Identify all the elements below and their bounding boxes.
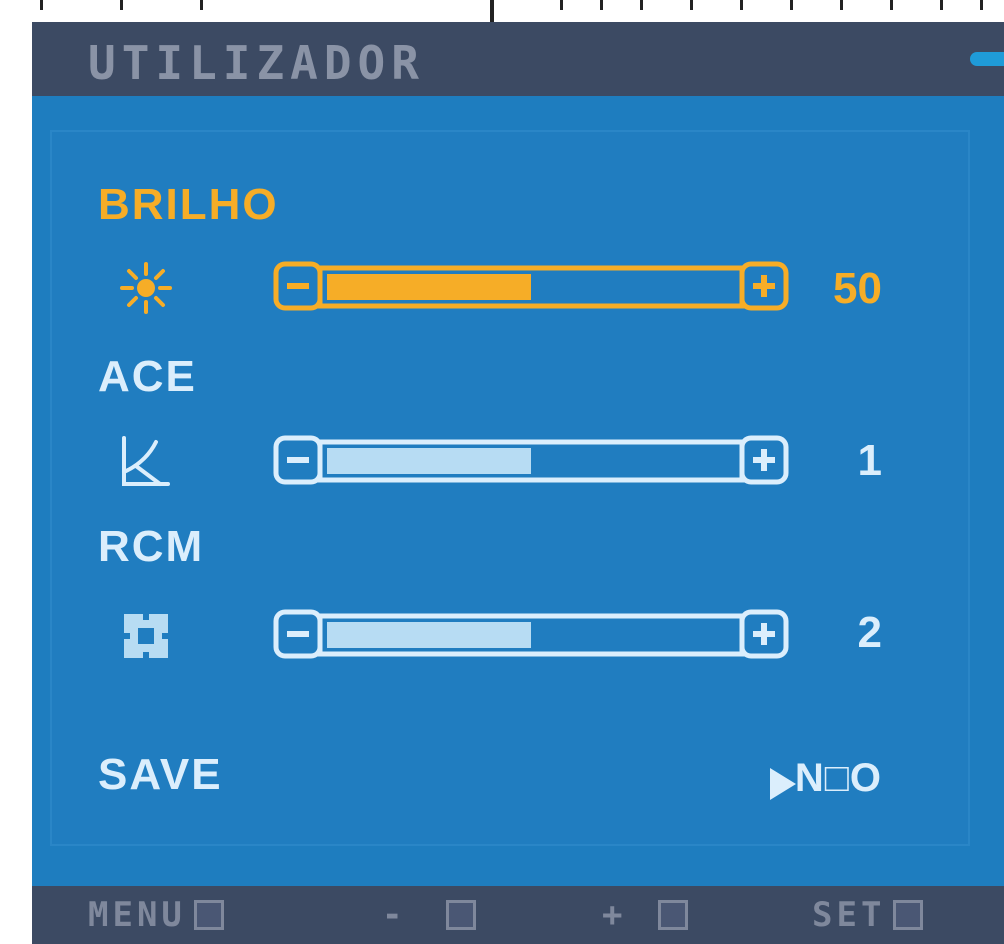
sun-icon [120,262,172,314]
set-key-icon [893,900,924,930]
ace-slider[interactable] [272,432,792,492]
save-value[interactable]: N□O [795,756,882,801]
menu-key-icon [193,900,224,930]
menu-label: MENU [88,895,186,935]
save-label[interactable]: SAVE [98,750,223,800]
ace-label: ACE [98,352,197,401]
brightness-level-fill [327,274,531,300]
osd-window: UTILIZADOR BRILHO 50 ACE 1 RCM 2 SAVE N□… [32,22,1004,944]
menu-title: UTILIZADOR [88,36,425,90]
minus-icon [287,457,309,463]
rcm-value: 2 [857,608,882,657]
brightness-slider[interactable] [272,258,792,318]
set-label: SET [812,895,886,935]
contrast-curve-icon [122,436,170,486]
brightness-value: 50 [833,264,882,313]
minus-icon [287,631,309,637]
title-accent [970,52,1004,66]
plus-button[interactable]: + [602,895,689,935]
minus-key-icon [446,900,477,930]
bottom-bar: MENU - + SET [32,886,1004,944]
top-tick-marks [40,0,983,22]
rcm-level-fill [327,622,531,648]
minus-icon [287,283,309,289]
set-button[interactable]: SET [812,895,924,935]
rcm-slider[interactable] [272,606,792,666]
ace-value: 1 [857,436,882,485]
menu-button[interactable]: MENU [88,895,224,935]
brightness-label: BRILHO [98,180,279,229]
plus-label: + [602,895,627,935]
plus-key-icon [658,900,689,930]
settings-panel: BRILHO 50 ACE 1 RCM 2 SAVE N□O [50,130,970,846]
color-management-icon [124,614,168,658]
rcm-label: RCM [98,522,205,571]
minus-label: - [382,895,407,935]
title-bar: UTILIZADOR [32,22,1004,96]
minus-button[interactable]: - [382,895,477,935]
ace-level-fill [327,448,531,474]
